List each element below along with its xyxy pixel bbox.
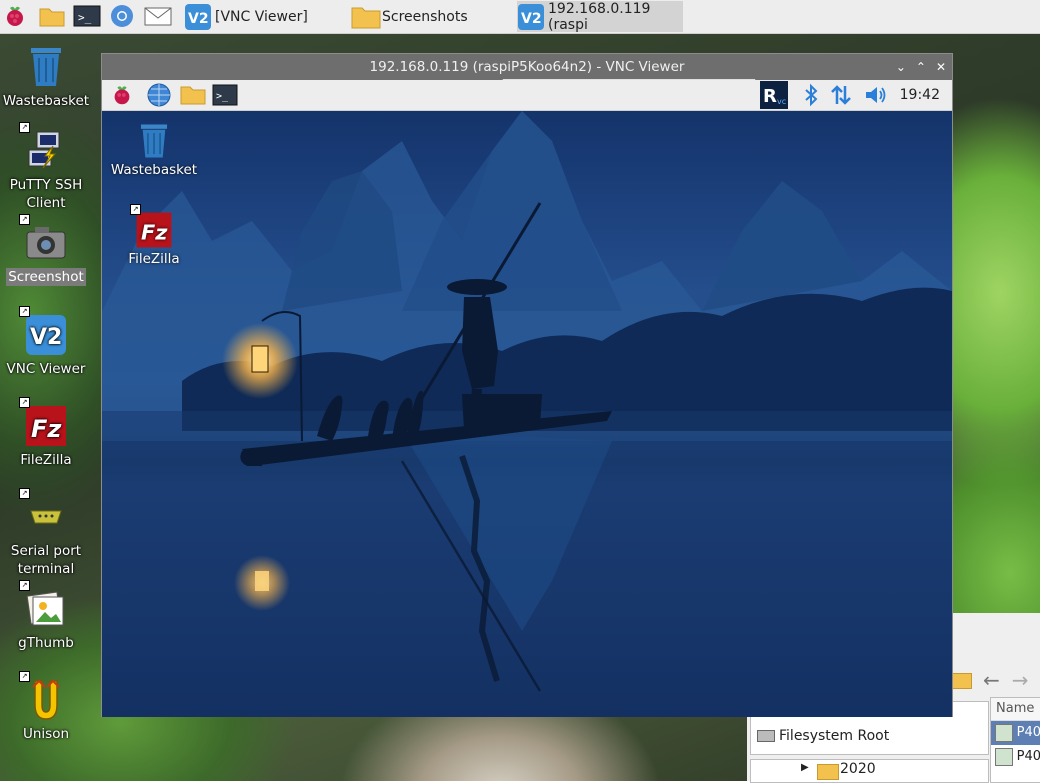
window-title: 192.168.0.119 (raspiP5Koo64n2) - VNC Vie… [369,59,685,75]
raspberry-menu-icon[interactable] [110,83,134,107]
chromium-icon[interactable] [109,3,135,29]
image-file-icon [995,724,1013,742]
svg-text:>_: >_ [78,11,92,24]
remote-desktop-icon-filezilla[interactable]: ↗ Fz FileZilla [104,204,204,268]
desktop-icon-filezilla[interactable]: ↗ Fz FileZilla [0,397,92,469]
putty-icon: ↗ [19,122,69,174]
realvnc-tray-icon[interactable]: Rvc [760,81,788,109]
serial-port-icon: ↗ [19,488,69,540]
globe-icon[interactable] [147,83,171,107]
unison-icon: ↗ [19,671,69,723]
remote-desktop-icon-wastebasket[interactable]: Wastebasket [104,121,204,179]
vnc-icon: ↗ V2 [19,306,69,358]
desktop-icon-unison[interactable]: ↗ Unison [0,671,92,743]
desktop-icon-wastebasket[interactable]: Wastebasket [0,44,92,110]
filezilla-icon: ↗ Fz [19,397,69,449]
remote-taskbar: >_ Rvc 19:42 [102,80,952,111]
camera-icon: ↗ [19,214,69,266]
home-folder-icon[interactable] [952,673,972,689]
folder-icon[interactable] [38,3,65,29]
desktop-icon-vnc-viewer[interactable]: ↗ V2 VNC Viewer [0,306,92,378]
tree-item-2020[interactable]: ▶ 2020 [750,759,989,783]
folder-icon [817,764,839,780]
network-icon[interactable] [829,83,853,107]
remote-desktop: Wastebasket ↗ Fz FileZilla [102,111,952,717]
taskbar-task-vnc-viewer[interactable]: V2 [VNC Viewer] [184,1,344,32]
folder-icon[interactable] [179,83,207,107]
shortcut-arrow-icon: ↗ [130,204,141,215]
mail-icon[interactable] [143,3,173,29]
svg-text:V2: V2 [521,11,542,27]
taskbar-task-vnc-session[interactable]: V2 192.168.0.119 (raspi [517,0,683,33]
shortcut-arrow-icon: ↗ [19,671,30,682]
svg-text:Fz: Fz [31,415,62,443]
svg-text:vc: vc [777,97,786,106]
file-list: Name P40 P40 [990,697,1040,783]
svg-text:R: R [763,86,777,107]
desktop-icon-putty[interactable]: ↗ PuTTY SSH Client [0,122,92,212]
vnc-icon: V2 [184,3,212,31]
volume-icon[interactable] [863,83,887,107]
vnc-icon: V2 [517,3,545,31]
minimize-button[interactable]: ⌄ [896,54,906,80]
svg-text:>_: >_ [216,91,229,102]
close-button[interactable]: ✕ [936,54,946,80]
taskbar-task-label: 192.168.0.119 (raspi [548,0,651,33]
folder-icon [351,3,381,31]
shortcut-arrow-icon: ↗ [19,397,30,408]
svg-text:V2: V2 [30,325,62,350]
trash-icon [23,44,69,90]
svg-text:V2: V2 [188,11,209,27]
desktop-icon-gthumb[interactable]: ↗ gThumb [0,580,92,652]
clock[interactable]: 19:42 [900,80,940,110]
vnc-viewer-window: 192.168.0.119 (raspiP5Koo64n2) - VNC Vie… [101,53,953,717]
taskbar-task-label: [VNC Viewer] [215,8,308,25]
maximize-button[interactable]: ⌃ [916,54,926,80]
raspberry-menu-icon[interactable] [2,3,28,29]
taskbar-task-screenshots[interactable]: Screenshots [351,1,511,32]
shortcut-arrow-icon: ↗ [19,306,30,317]
bluetooth-icon[interactable] [799,83,823,107]
window-titlebar[interactable]: 192.168.0.119 (raspiP5Koo64n2) - VNC Vie… [102,54,952,80]
window-controls: ⌄ ⌃ ✕ [896,54,946,80]
fm-nav: ← → [983,668,1029,692]
list-item[interactable]: P40 [991,745,1040,769]
desktop-icon-serial-port[interactable]: ↗ Serial port terminal [0,488,92,578]
shortcut-arrow-icon: ↗ [19,214,30,225]
shortcut-arrow-icon: ↗ [19,122,30,133]
svg-text:Fz: Fz [141,221,168,245]
desktop-icon-screenshot[interactable]: ↗ Screenshot [0,214,92,286]
remote-wallpaper [102,111,952,717]
shortcut-arrow-icon: ↗ [19,580,30,591]
gthumb-icon: ↗ [19,580,69,632]
tree-item-filesystem-root[interactable]: Filesystem Root [757,728,889,744]
trash-icon [134,121,174,161]
drive-icon [757,730,775,742]
terminal-icon[interactable]: >_ [73,3,101,29]
chevron-right-icon[interactable]: ▶ [801,762,809,773]
taskbar-task-label: Screenshots [382,8,468,25]
column-header-name[interactable]: Name [991,698,1040,721]
shortcut-arrow-icon: ↗ [19,488,30,499]
terminal-icon[interactable]: >_ [212,83,238,107]
list-item[interactable]: P40 [991,721,1040,745]
forward-arrow-icon[interactable]: → [1012,668,1029,692]
taskbar: >_ V2 [VNC Viewer] Screenshots V2 192.16… [0,0,1040,34]
filezilla-icon: ↗ Fz [130,204,174,250]
image-file-icon [995,748,1013,766]
back-arrow-icon[interactable]: ← [983,668,1000,692]
